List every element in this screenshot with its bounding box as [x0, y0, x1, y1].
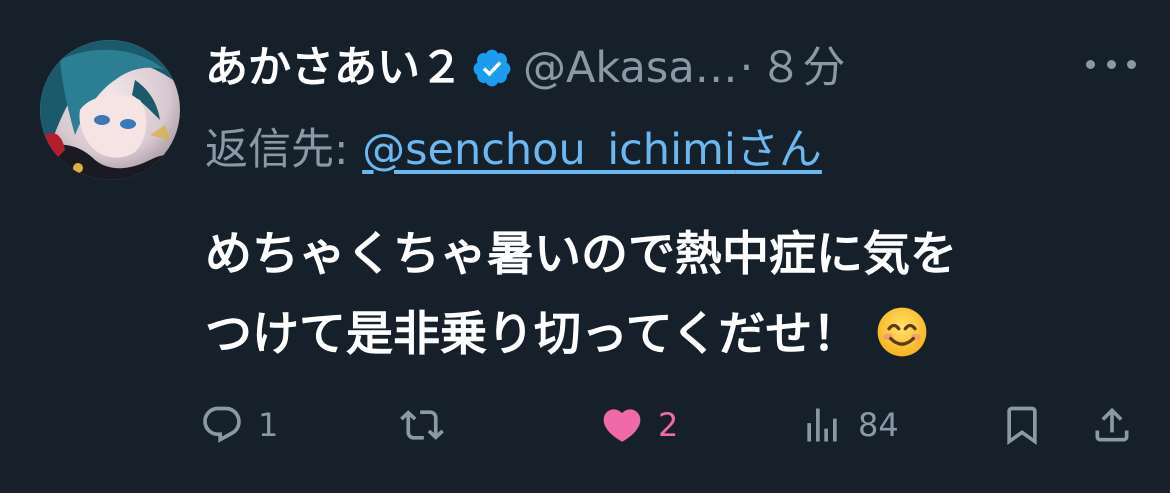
- views-chart-icon: [807, 408, 837, 442]
- tweet[interactable]: あかさあい２ @Akasa… · ８分 返信先: @senchou_ichimi…: [0, 0, 1170, 493]
- reply-count: 1: [258, 406, 279, 444]
- reply-to-handle[interactable]: @senchou_ichimi: [362, 125, 736, 175]
- timestamp[interactable]: ８分: [759, 38, 845, 98]
- like-count: 2: [658, 406, 679, 444]
- heart-filled-icon: [603, 409, 641, 442]
- reply-to-suffix[interactable]: さん: [736, 125, 822, 175]
- user-handle[interactable]: @Akasa…: [523, 38, 738, 98]
- reply-to-line: 返信先: @senchou_ichimiさん: [205, 120, 822, 180]
- like-button[interactable]: 2: [600, 395, 678, 455]
- reply-to-label: 返信先:: [205, 125, 363, 175]
- retweet-button[interactable]: [400, 395, 458, 455]
- bookmark-icon: [1007, 406, 1037, 446]
- views-count: 84: [858, 406, 899, 444]
- avatar-image: [40, 40, 180, 180]
- more-options-icon[interactable]: [1086, 44, 1136, 84]
- separator-dot: ·: [739, 43, 754, 93]
- tweet-actions: 1 2 84: [200, 395, 1140, 455]
- reply-to-link[interactable]: @senchou_ichimiさん: [362, 125, 822, 175]
- views-button[interactable]: 84: [800, 395, 899, 455]
- share-icon: [1095, 407, 1129, 442]
- verified-badge-icon: [473, 49, 511, 87]
- tweet-text-line-2: つけて是非乗り切ってくだせ！: [205, 307, 860, 362]
- tweet-text: めちゃくちゃ暑いので熱中症に気を つけて是非乗り切ってくだせ！: [205, 215, 1150, 375]
- reply-icon: [203, 406, 241, 443]
- tweet-header: あかさあい２ @Akasa… · ８分: [205, 38, 845, 98]
- avatar[interactable]: [40, 40, 180, 180]
- retweet-icon: [400, 410, 444, 440]
- tweet-text-line: つけて是非乗り切ってくだせ！: [205, 295, 1150, 375]
- bookmark-button[interactable]: [1000, 395, 1044, 455]
- share-button[interactable]: [1090, 395, 1134, 455]
- reply-button[interactable]: 1: [200, 395, 278, 455]
- smiling-face-emoji-icon: [877, 307, 926, 357]
- display-name[interactable]: あかさあい２: [205, 38, 463, 98]
- tweet-text-line: めちゃくちゃ暑いので熱中症に気を: [205, 227, 957, 282]
